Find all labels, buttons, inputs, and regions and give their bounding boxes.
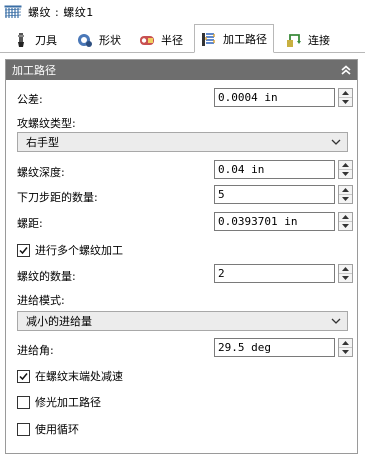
- num-threads-spinner: 2: [214, 264, 353, 283]
- shape-icon: [78, 33, 92, 47]
- use-loop-checkbox[interactable]: 使用循环: [17, 421, 79, 437]
- thread-type-select[interactable]: 右手型: [17, 132, 348, 152]
- thread-type-label: 攻螺纹类型:: [17, 117, 76, 130]
- num-threads-arrows: [338, 264, 353, 283]
- decrement-button[interactable]: [339, 194, 352, 203]
- cutter-icon: [18, 32, 24, 47]
- decrement-button[interactable]: [339, 221, 352, 230]
- decrement-button[interactable]: [339, 347, 352, 356]
- arrow-down-icon: [342, 197, 349, 201]
- tab-link[interactable]: 连接: [278, 27, 338, 51]
- tab-label: 半径: [161, 33, 183, 47]
- arrow-down-icon: [342, 350, 349, 354]
- chevron-down-icon: [331, 139, 341, 145]
- panel-header: 加工路径: [6, 60, 357, 80]
- increment-button[interactable]: [339, 89, 352, 97]
- thread-feature-icon: [4, 5, 22, 18]
- checkmark-icon: [19, 372, 28, 380]
- arrow-down-icon: [342, 100, 349, 104]
- tolerance-field[interactable]: 0.0004 in: [214, 88, 335, 107]
- num-steps-label: 下刀步距的数量:: [17, 191, 98, 204]
- panel-title: 加工路径: [12, 64, 56, 77]
- toolpath-panel: 加工路径 公差: 0.0004 in 攻螺纹类型: 右手型 螺纹深度: 0.04…: [5, 59, 358, 454]
- arrow-down-icon: [342, 276, 349, 280]
- arrow-up-icon: [342, 163, 349, 167]
- arrow-up-icon: [342, 215, 349, 219]
- feed-angle-arrows: [338, 338, 353, 357]
- arrow-up-icon: [342, 188, 349, 192]
- num-steps-spinner: 5: [214, 185, 353, 204]
- feed-mode-value: 减小的进给量: [26, 315, 92, 328]
- checkmark-icon: [19, 246, 28, 254]
- feed-mode-select[interactable]: 减小的进给量: [17, 311, 348, 331]
- tab-label: 加工路径: [223, 32, 267, 46]
- tab-label: 形状: [99, 33, 121, 47]
- num-steps-field[interactable]: 5: [214, 185, 335, 204]
- decel-at-end-checkbox[interactable]: 在螺纹末端处减速: [17, 368, 123, 384]
- decrement-button[interactable]: [339, 273, 352, 282]
- checkbox-box: [17, 395, 30, 409]
- link-icon: [287, 33, 301, 47]
- finish-path-label: 修光加工路径: [35, 396, 101, 409]
- decel-at-end-label: 在螺纹末端处减速: [35, 370, 123, 383]
- increment-button[interactable]: [339, 339, 352, 347]
- decrement-button[interactable]: [339, 169, 352, 178]
- thread-depth-label: 螺纹深度:: [17, 166, 65, 179]
- thread-depth-spinner: 0.04 in: [214, 160, 353, 179]
- multi-thread-checkbox[interactable]: 进行多个螺纹加工: [17, 242, 123, 258]
- feed-mode-label: 进给模式:: [17, 294, 65, 307]
- checkbox-box: [17, 243, 30, 257]
- toolpath-icon: [202, 32, 215, 46]
- arrow-up-icon: [342, 341, 349, 345]
- multi-thread-label: 进行多个螺纹加工: [35, 244, 123, 257]
- pitch-spinner: 0.0393701 in: [214, 212, 353, 231]
- pitch-field[interactable]: 0.0393701 in: [214, 212, 335, 231]
- double-chevron-up-icon: [341, 65, 351, 75]
- feed-angle-label: 进给角:: [17, 344, 54, 357]
- tab-shape[interactable]: 形状: [70, 27, 128, 51]
- arrow-up-icon: [342, 91, 349, 95]
- tab-toolpath[interactable]: 加工路径: [194, 24, 274, 53]
- pitch-arrows: [338, 212, 353, 231]
- arrow-down-icon: [342, 224, 349, 228]
- feed-angle-spinner: 29.5 deg: [214, 338, 353, 357]
- tab-cutter[interactable]: 刀具: [4, 27, 66, 51]
- increment-button[interactable]: [339, 265, 352, 273]
- radius-icon: [140, 35, 154, 45]
- collapse-button[interactable]: [339, 63, 353, 77]
- feed-angle-field[interactable]: 29.5 deg: [214, 338, 335, 357]
- checkbox-box: [17, 369, 30, 383]
- chevron-down-icon: [331, 318, 341, 324]
- tab-bar: 刀具 形状 半径 加工路径 连接: [0, 24, 365, 53]
- tolerance-arrows: [338, 88, 353, 107]
- arrow-down-icon: [342, 172, 349, 176]
- increment-button[interactable]: [339, 186, 352, 194]
- increment-button[interactable]: [339, 213, 352, 221]
- tab-radius[interactable]: 半径: [132, 27, 190, 51]
- checkbox-box: [17, 422, 30, 436]
- tab-label: 刀具: [35, 33, 57, 47]
- title-bar: 螺纹 : 螺纹1: [0, 0, 365, 24]
- decrement-button[interactable]: [339, 97, 352, 106]
- use-loop-label: 使用循环: [35, 423, 79, 436]
- pitch-label: 螺距:: [17, 217, 43, 230]
- num-threads-field[interactable]: 2: [214, 264, 335, 283]
- arrow-up-icon: [342, 267, 349, 271]
- thread-depth-arrows: [338, 160, 353, 179]
- num-threads-label: 螺纹的数量:: [17, 270, 76, 283]
- thread-depth-field[interactable]: 0.04 in: [214, 160, 335, 179]
- increment-button[interactable]: [339, 161, 352, 169]
- tab-label: 连接: [308, 33, 330, 47]
- finish-path-checkbox[interactable]: 修光加工路径: [17, 394, 101, 410]
- window-title: 螺纹 : 螺纹1: [28, 6, 94, 19]
- num-steps-arrows: [338, 185, 353, 204]
- tolerance-spinner: 0.0004 in: [214, 88, 353, 107]
- thread-type-value: 右手型: [26, 136, 59, 149]
- tolerance-label: 公差:: [17, 93, 43, 106]
